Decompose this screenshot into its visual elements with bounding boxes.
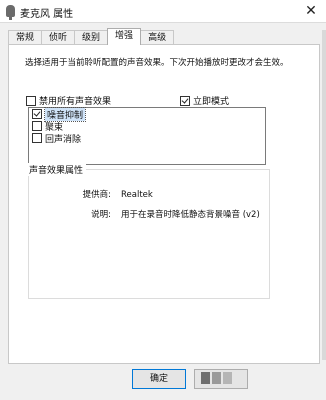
list-item[interactable]: 回声消除 [29, 132, 265, 145]
disable-all-effects-label: 禁用所有声音效果 [39, 97, 112, 107]
effect-checkbox[interactable] [32, 133, 42, 143]
effect-description-value: 用于在录音时降低静态背景噪音 (v2) [121, 210, 260, 220]
effect-checkbox[interactable] [32, 121, 42, 131]
tab-advanced[interactable]: 高级 [140, 30, 175, 45]
background-window-edge [322, 30, 326, 360]
provider-value: Realtek [121, 190, 153, 200]
effect-label: 回声消除 [45, 134, 82, 145]
close-icon[interactable]: ✕ [302, 2, 320, 20]
tab-strip: 常规 侦听 级别 增强 高级 [8, 28, 175, 45]
obscured-label [201, 372, 210, 384]
ok-button[interactable]: 确定 [132, 369, 186, 389]
list-item[interactable]: 聚束 [29, 120, 265, 133]
provider-label: 提供商: [82, 190, 111, 200]
provider-row: 提供商: Realtek [61, 188, 153, 200]
immediate-mode-checkbox[interactable] [180, 95, 190, 106]
description-row: 说明: 用于在录音时降低静态背景噪音 (v2) [61, 208, 260, 220]
microphone-icon [6, 5, 15, 20]
properties-group-title: 声音效果属性 [26, 163, 87, 176]
effect-checkbox[interactable] [32, 109, 42, 119]
disable-all-effects-option[interactable]: 禁用所有声音效果 [26, 94, 111, 107]
immediate-mode-option[interactable]: 立即模式 [180, 94, 229, 107]
disable-all-effects-checkbox[interactable] [26, 95, 36, 106]
list-item[interactable]: 噪音抑制 [29, 106, 265, 122]
immediate-mode-label: 立即模式 [193, 97, 230, 107]
tab-levels[interactable]: 级别 [74, 30, 109, 45]
enhancements-description: 选择适用于当前聆听配置的声音效果。下次开始播放时更改才会生效。 [25, 58, 289, 68]
title-bar: 麦克风 属性 ✕ [0, 0, 326, 23]
obscured-label [212, 372, 221, 384]
effect-description-label: 说明: [91, 210, 111, 220]
window-title: 麦克风 属性 [20, 9, 74, 20]
tab-general[interactable]: 常规 [8, 30, 43, 45]
enhancements-panel: 选择适用于当前聆听配置的声音效果。下次开始播放时更改才会生效。 禁用所有声音效果… [8, 44, 320, 364]
obscured-label [223, 372, 232, 384]
tab-enhancements[interactable]: 增强 [107, 28, 142, 45]
tab-listen[interactable]: 侦听 [41, 30, 76, 45]
effects-list[interactable]: 噪音抑制 聚束 回声消除 [28, 106, 266, 165]
